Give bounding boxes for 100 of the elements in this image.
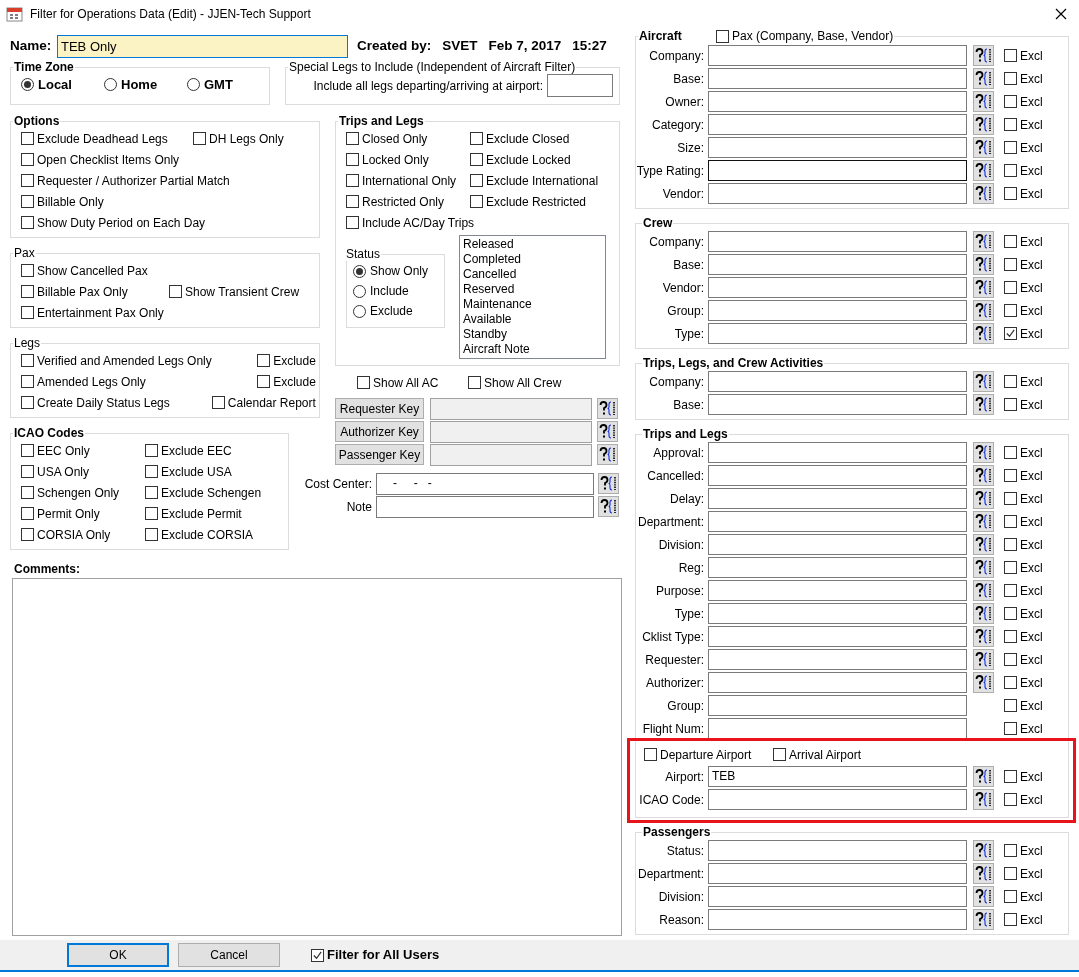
checkbox[interactable]	[1004, 235, 1017, 248]
text-field[interactable]	[708, 557, 967, 578]
checkbox[interactable]	[1004, 676, 1017, 689]
checkbox[interactable]	[1004, 699, 1017, 712]
lookup-button[interactable]	[973, 863, 994, 884]
lookup-button[interactable]	[973, 160, 994, 181]
checkbox[interactable]	[1004, 187, 1017, 200]
radio-button[interactable]	[187, 78, 200, 91]
checkbox[interactable]	[1004, 164, 1017, 177]
lookup-button[interactable]	[597, 444, 618, 465]
lookup-button[interactable]	[973, 789, 994, 810]
lookup-button[interactable]	[973, 300, 994, 321]
checkbox[interactable]	[1004, 793, 1017, 806]
checkbox[interactable]	[1004, 867, 1017, 880]
checkbox[interactable]	[346, 216, 359, 229]
checkbox[interactable]	[21, 216, 34, 229]
key-button[interactable]: Authorizer Key	[335, 421, 424, 442]
lookup-button[interactable]	[973, 840, 994, 861]
lookup-button[interactable]	[973, 626, 994, 647]
lookup-button[interactable]	[973, 114, 994, 135]
lookup-button[interactable]	[598, 496, 619, 517]
checkbox[interactable]	[470, 132, 483, 145]
lookup-button[interactable]	[597, 421, 618, 442]
lookup-button[interactable]	[973, 557, 994, 578]
checkbox[interactable]	[1004, 607, 1017, 620]
checkbox[interactable]	[346, 132, 359, 145]
text-field[interactable]	[708, 231, 967, 252]
text-field[interactable]	[708, 442, 967, 463]
text-field[interactable]	[708, 371, 967, 392]
lookup-button[interactable]	[598, 473, 619, 494]
checkbox[interactable]	[21, 153, 34, 166]
checkbox[interactable]	[169, 285, 182, 298]
checkbox[interactable]	[470, 153, 483, 166]
text-field[interactable]	[708, 300, 967, 321]
text-field[interactable]	[708, 534, 967, 555]
text-field[interactable]	[376, 495, 594, 518]
radio-button[interactable]	[353, 304, 366, 318]
checkbox[interactable]	[1004, 653, 1017, 666]
checkbox[interactable]	[211, 396, 225, 409]
lookup-button[interactable]	[973, 277, 994, 298]
lookup-button[interactable]	[597, 398, 618, 419]
list-item[interactable]: Released	[463, 237, 602, 252]
checkbox[interactable]	[1004, 584, 1017, 597]
text-field[interactable]: - - -	[376, 472, 594, 495]
radio-button[interactable]	[104, 78, 117, 91]
lookup-button[interactable]	[973, 137, 994, 158]
text-field[interactable]	[708, 626, 967, 647]
text-field[interactable]	[708, 886, 967, 907]
radio-button[interactable]	[353, 284, 366, 298]
checkbox[interactable]	[1004, 890, 1017, 903]
lookup-button[interactable]	[973, 603, 994, 624]
checkbox[interactable]	[21, 375, 34, 388]
lookup-button[interactable]	[973, 909, 994, 930]
text-field[interactable]	[708, 909, 967, 930]
checkbox[interactable]	[1004, 258, 1017, 271]
checkbox[interactable]	[1004, 281, 1017, 294]
lookup-button[interactable]	[973, 231, 994, 252]
text-field[interactable]	[708, 277, 967, 298]
text-field[interactable]	[708, 603, 967, 624]
text-field[interactable]	[708, 394, 967, 415]
checkbox[interactable]	[1004, 304, 1017, 317]
checkbox[interactable]	[21, 528, 34, 541]
text-field[interactable]	[708, 718, 967, 739]
checkbox[interactable]	[145, 528, 158, 541]
text-field[interactable]	[708, 789, 967, 810]
lookup-button[interactable]	[973, 766, 994, 787]
list-item[interactable]: Available	[463, 312, 602, 327]
checkbox[interactable]	[1004, 492, 1017, 505]
cancel-button[interactable]: Cancel	[178, 943, 280, 967]
text-field[interactable]	[708, 137, 967, 158]
checkbox[interactable]	[468, 376, 481, 389]
checkbox[interactable]	[1004, 469, 1017, 482]
checkbox[interactable]	[1004, 770, 1017, 783]
text-field[interactable]	[708, 183, 967, 204]
checkbox[interactable]	[773, 748, 786, 761]
lookup-button[interactable]	[973, 511, 994, 532]
status-list[interactable]: Released Completed Cancelled Reserved Maintenance Available Standby Aircraft Note	[459, 235, 606, 359]
checkbox[interactable]	[1004, 844, 1017, 857]
comments-field[interactable]	[12, 578, 622, 936]
checkbox[interactable]	[21, 264, 34, 277]
checkbox[interactable]	[21, 354, 34, 367]
checkbox[interactable]	[1004, 375, 1017, 388]
text-field[interactable]	[708, 254, 967, 275]
lookup-button[interactable]	[973, 580, 994, 601]
text-field[interactable]	[708, 649, 967, 670]
checkbox[interactable]	[21, 444, 34, 457]
text-field[interactable]	[708, 488, 967, 509]
list-item[interactable]: Cancelled	[463, 267, 602, 282]
ok-button[interactable]: OK	[67, 943, 169, 967]
checkbox[interactable]	[357, 376, 370, 389]
text-field[interactable]	[708, 840, 967, 861]
lookup-button[interactable]	[973, 394, 994, 415]
checkbox[interactable]	[145, 444, 158, 457]
text-field[interactable]	[708, 114, 967, 135]
checkbox[interactable]	[1004, 722, 1017, 735]
checkbox[interactable]	[644, 748, 657, 761]
text-field[interactable]: TEB	[708, 766, 967, 787]
radio-button[interactable]	[353, 264, 366, 278]
text-field[interactable]	[708, 863, 967, 884]
checkbox[interactable]	[346, 153, 359, 166]
